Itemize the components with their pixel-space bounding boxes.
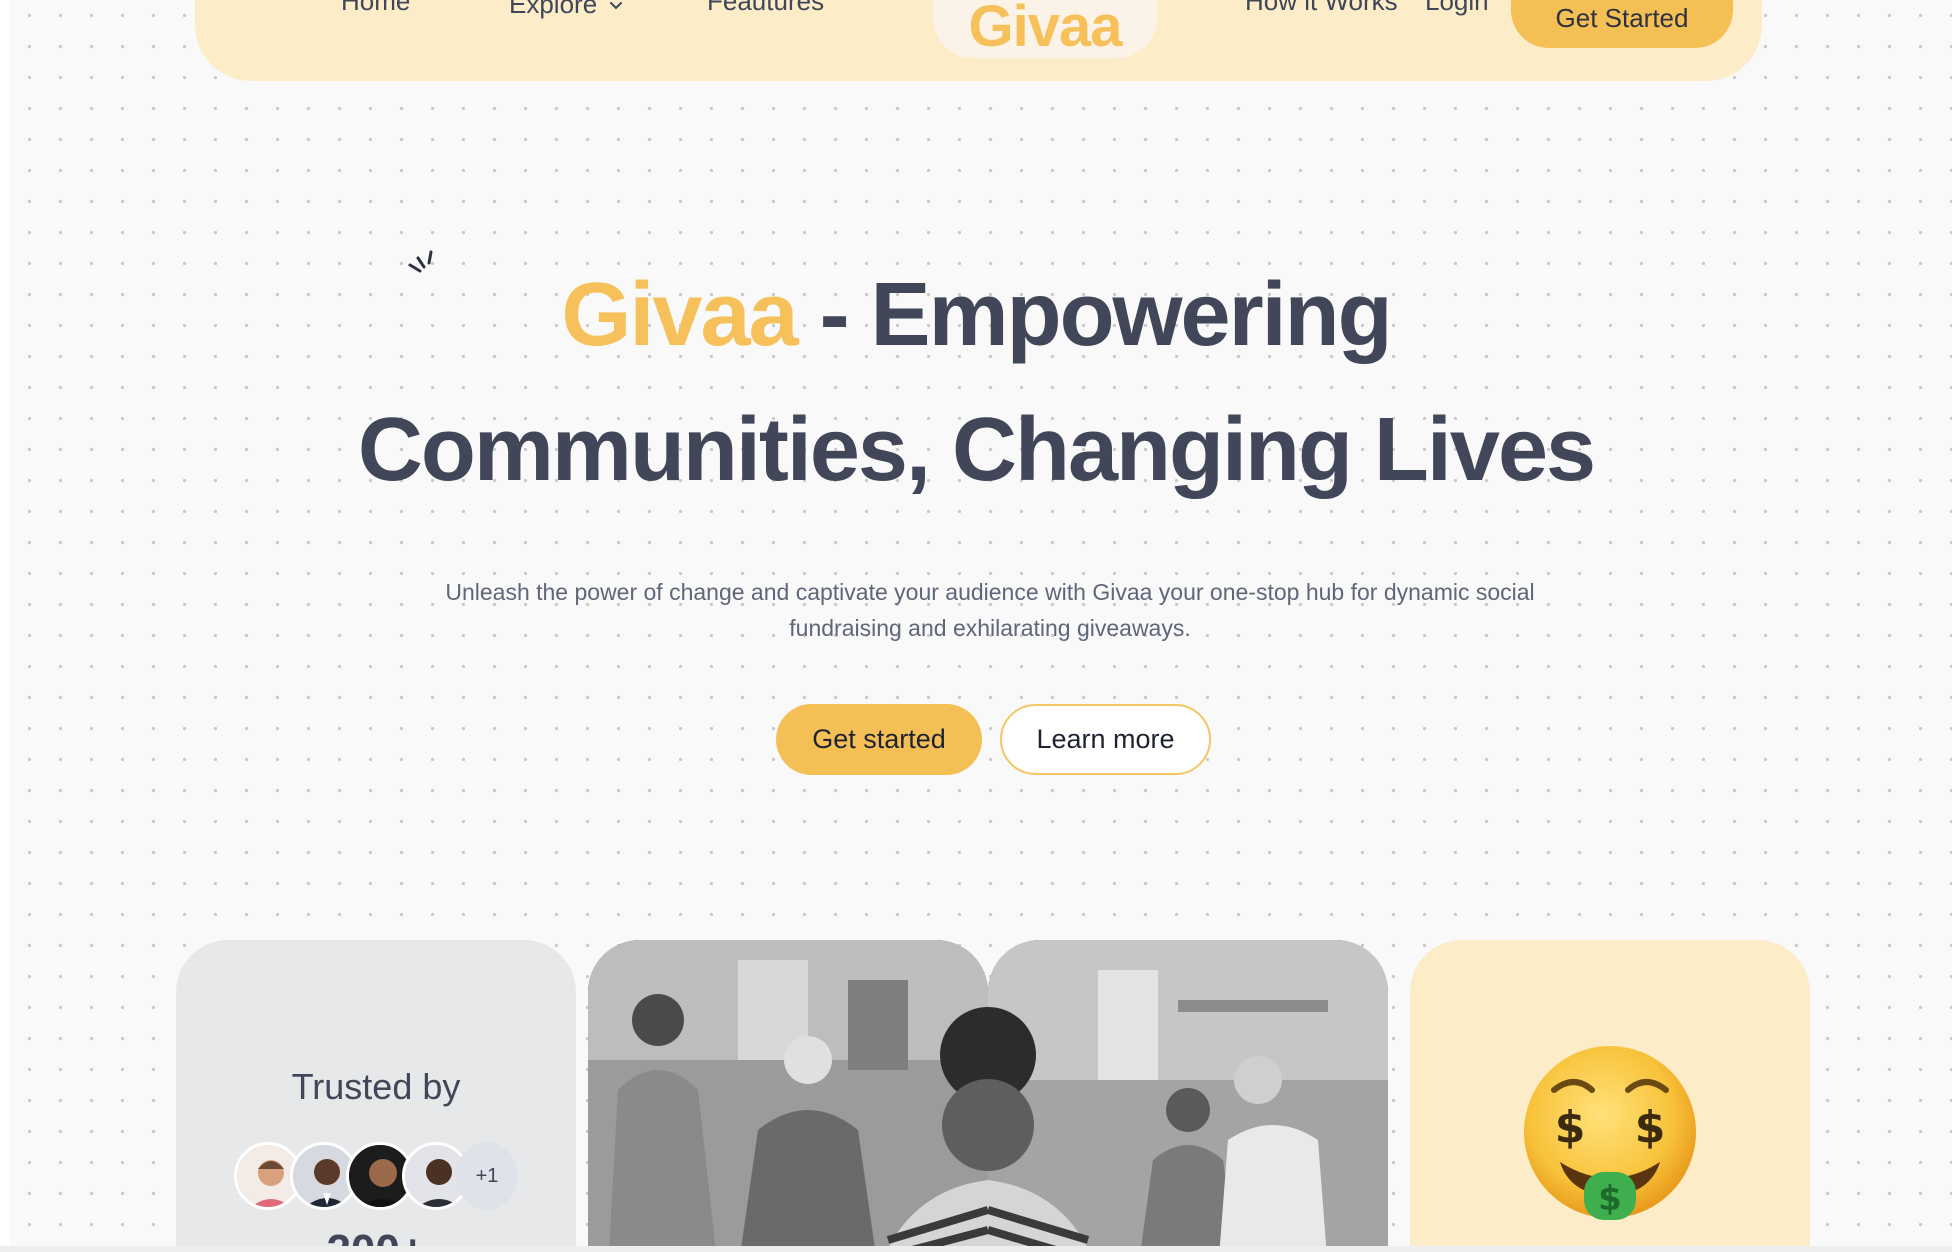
logo-text: Givaa — [968, 0, 1123, 59]
volunteers-photo — [988, 940, 1388, 1246]
window-edge — [0, 0, 10, 1252]
trusted-by-card: Trusted by +1 200+ — [176, 940, 576, 1246]
community-photo-card — [588, 940, 988, 1246]
chevron-down-icon — [609, 0, 623, 17]
hero-title-rest: - Empowering — [796, 265, 1393, 365]
logo[interactable]: Givaa — [933, 0, 1157, 58]
get-started-nav-button[interactable]: Get Started — [1511, 0, 1733, 48]
landing-page: Home Explore Feautures Givaa How it Work… — [10, 0, 1952, 1246]
hero-title-line2: Communities, Changing Lives — [357, 400, 1596, 500]
hero-title-line1: Givaa - Empowering — [10, 270, 1952, 360]
nav-how-it-works-link[interactable]: How it Works — [1245, 0, 1398, 17]
volunteers-photo-card — [988, 940, 1388, 1246]
more-avatars-count: +1 — [456, 1142, 518, 1210]
svg-text:$: $ — [1635, 1102, 1666, 1153]
nav-home-link[interactable]: Home — [341, 0, 410, 17]
top-nav: Home Explore Feautures Givaa How it Work… — [195, 0, 1762, 81]
money-emoji-card: $ $ $ — [1410, 940, 1810, 1246]
trusted-count: 200+ — [176, 1226, 576, 1246]
window-bottom-edge — [0, 1246, 1952, 1252]
avatar-group: +1 — [234, 1142, 534, 1212]
nav-login-link[interactable]: Login — [1425, 0, 1489, 17]
svg-text:$: $ — [1598, 1179, 1622, 1219]
get-started-button[interactable]: Get started — [776, 704, 982, 775]
hero-brand: Givaa — [561, 265, 798, 365]
hero-subtitle: Unleash the power of change and captivat… — [445, 579, 1535, 641]
money-mouth-face-icon: $ $ $ — [1524, 1046, 1696, 1220]
svg-text:$: $ — [1555, 1102, 1586, 1153]
community-photo — [588, 940, 988, 1246]
nav-features-link[interactable]: Feautures — [707, 0, 824, 17]
learn-more-button[interactable]: Learn more — [1000, 704, 1211, 775]
nav-explore-dropdown[interactable]: Explore — [509, 0, 623, 20]
nav-explore-label: Explore — [509, 0, 598, 19]
trusted-by-title: Trusted by — [291, 1066, 461, 1107]
